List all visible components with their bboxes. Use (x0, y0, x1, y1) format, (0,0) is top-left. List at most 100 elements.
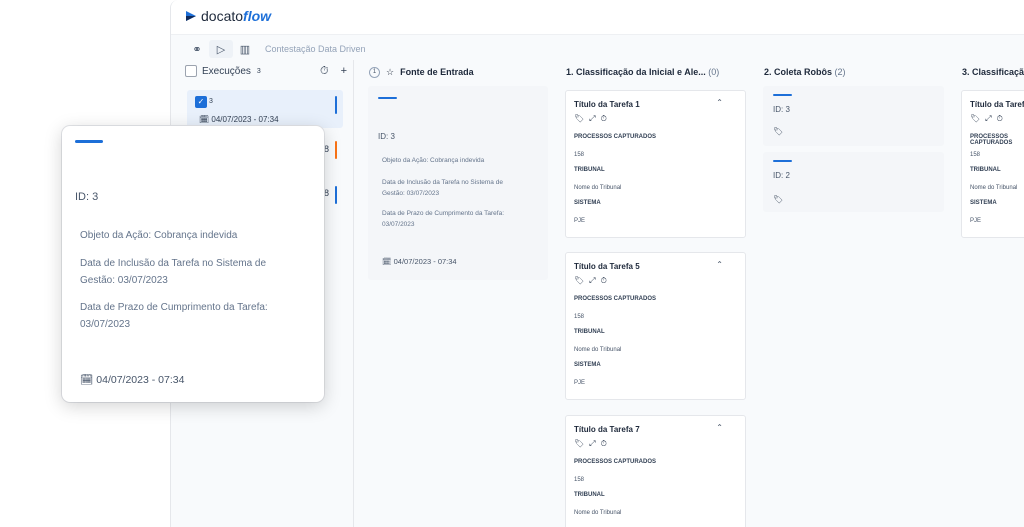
field-value-tribunal: Nome do Tribunal (574, 185, 622, 191)
tag-icon: 🏷 (574, 114, 585, 123)
card-accent (773, 94, 792, 96)
field-label-processos: PROCESSOS CAPTURADOS (574, 296, 657, 302)
card-accent (773, 160, 792, 162)
card-inclusao: Data de Inclusão da Tarefa no Sistema de… (382, 179, 503, 197)
task-title: Título da Tarefa 1 (574, 100, 640, 109)
chevron-up-icon[interactable]: ⌃ (716, 423, 723, 432)
breadcrumb: Contestação Data Driven (265, 44, 366, 54)
tag-icon: 🏷 (773, 127, 784, 136)
field-label-sistema: SISTEMA (574, 200, 601, 206)
logo-text: docato (201, 8, 244, 24)
card-accent (378, 97, 397, 99)
star-icon: ☆ (386, 67, 395, 77)
task-title: Título da Tarefa 7 (574, 425, 640, 434)
timer-icon: ⏱ (600, 114, 607, 123)
card-timestamp: 🗓 04/07/2023 - 07:34 (80, 374, 185, 386)
field-value-tribunal: Nome do Tribunal (970, 185, 1018, 191)
column-title-fonte: 1 ☆ Fonte de Entrada (369, 67, 474, 79)
view-toolbar: ⚭ ▷ ▥ Contestação Data Driven (185, 40, 366, 58)
logo-play-icon (186, 11, 196, 21)
task-card[interactable]: Título da Tarefa 🏷 ⤢ ⏱ PROCESSOS CAPTURADO… (961, 90, 1024, 238)
field-value-tribunal: Nome do Tribunal (574, 347, 622, 353)
field-label-tribunal: TRIBUNAL (574, 329, 605, 335)
execution-status-bar (335, 141, 337, 159)
field-label-sistema: SISTEMA (970, 200, 997, 206)
workflow-view-button[interactable]: ⚭ (185, 40, 209, 58)
select-all-checkbox[interactable] (185, 65, 197, 77)
add-icon[interactable]: + (341, 65, 347, 78)
timer-icon[interactable]: ⏱ (320, 65, 329, 78)
execution-number: 3 (209, 98, 213, 105)
execution-number: 8 (323, 144, 329, 154)
card-prazo: Data de Prazo de Cumprimento da Tarefa: … (382, 210, 505, 228)
chevron-up-icon[interactable]: ⌃ (716, 260, 723, 269)
executions-header: Execuções 3 ⏱ + (185, 60, 353, 82)
card-accent (75, 140, 103, 143)
field-label-tribunal: TRIBUNAL (574, 492, 605, 498)
card-id: ID: 3 (773, 105, 790, 114)
chevron-up-icon[interactable]: ⌃ (716, 98, 723, 107)
logo-text-flow: flow (243, 8, 272, 24)
workflow-icon: ⚭ (192, 43, 202, 56)
column-index-badge: 1 (369, 67, 380, 79)
task-card[interactable]: Título da Tarefa 1 ⌃ 🏷 ⤢ ⏱ PROCESSOS CAPTU… (565, 90, 746, 238)
calendar-icon: 🗓 (382, 257, 392, 266)
task-title: Título da Tarefa 5 (574, 262, 640, 271)
zoomed-card[interactable]: ID: 3 Objeto da Ação: Cobrança indevida … (62, 126, 324, 402)
card-inclusao: Data de Inclusão da Tarefa no Sistema de… (80, 258, 267, 286)
card-timestamp: 🗓 04/07/2023 - 07:34 (382, 257, 457, 266)
timer-icon: ⏱ (600, 276, 607, 285)
tag-icon: 🏷 (574, 276, 585, 285)
task-title: Título da Tarefa (970, 100, 1024, 109)
executions-count: 3 (256, 67, 261, 75)
run-view-button[interactable]: ▷ (209, 40, 233, 58)
top-bar: docatoflow (171, 0, 1024, 35)
execution-status-bar (335, 186, 337, 204)
expand-icon: ⤢ (589, 276, 596, 285)
calendar-icon: 🗓 (80, 374, 94, 386)
tag-icon: 🏷 (773, 195, 784, 204)
play-icon: ▷ (216, 43, 226, 56)
field-value-tribunal: Nome do Tribunal (574, 510, 622, 516)
field-value-sistema: PJE (970, 218, 982, 224)
execution-number: 8 (323, 188, 329, 198)
field-label-sistema: SISTEMA (574, 362, 601, 368)
robot-card[interactable]: ID: 3 🏷 (763, 86, 944, 146)
field-label-tribunal: TRIBUNAL (574, 167, 605, 173)
task-card[interactable]: Título da Tarefa 7 ⌃ 🏷 ⤢ ⏱ PROCESSOS CAPTU… (565, 415, 746, 527)
chart-view-button[interactable]: ▥ (233, 40, 257, 58)
task-card[interactable]: Título da Tarefa 5 ⌃ 🏷 ⤢ ⏱ PROCESSOS CAPTU… (565, 252, 746, 400)
source-card[interactable]: ID: 3 Objeto da Ação: Cobrança indevida … (368, 86, 548, 280)
execution-checkbox[interactable]: ✓ (195, 96, 207, 108)
expand-icon: ⤢ (985, 114, 992, 123)
card-prazo: Data de Prazo de Cumprimento da Tarefa: … (80, 302, 268, 330)
card-objeto: Objeto da Ação: Cobrança indevida (382, 157, 485, 164)
field-value-sistema: PJE (574, 218, 586, 224)
tag-icon: 🏷 (970, 114, 981, 123)
robot-card[interactable]: ID: 2 🏷 (763, 152, 944, 212)
timer-icon: ⏱ (996, 114, 1003, 123)
field-value-processos: 158 (574, 314, 585, 320)
column-title-classificacao-3: 3. Classificação (962, 67, 1024, 77)
card-objeto: Objeto da Ação: Cobrança indevida (80, 230, 238, 241)
column-title-classificacao: 1. Classificação da Inicial e Ale... (0) (566, 67, 720, 77)
execution-timestamp: 🗓 04/07/2023 - 07:34 (199, 115, 279, 124)
expand-icon: ⤢ (589, 439, 596, 448)
column-title-coleta: 2. Coleta Robôs (2) (764, 67, 846, 77)
bar-chart-icon: ▥ (239, 43, 251, 56)
field-label-processos: PROCESSOS CAPTURADOS (574, 459, 657, 465)
tag-icon: 🏷 (574, 439, 585, 448)
field-value-processos: 158 (574, 477, 585, 483)
execution-item[interactable]: ✓ 3 🗓 04/07/2023 - 07:34 (187, 90, 343, 128)
card-id: ID: 2 (773, 171, 790, 180)
timer-icon: ⏱ (600, 439, 607, 448)
card-id: ID: 3 (75, 191, 99, 203)
expand-icon: ⤢ (589, 114, 596, 123)
execution-status-bar (335, 96, 337, 114)
field-label-processos: PROCESSOS CAPTURADOS (574, 134, 657, 140)
field-label-tribunal: TRIBUNAL (970, 167, 1001, 173)
field-value-processos: 158 (970, 152, 981, 158)
logo: docatoflow (185, 8, 271, 24)
executions-label: Execuções (202, 65, 251, 77)
field-value-sistema: PJE (574, 380, 586, 386)
